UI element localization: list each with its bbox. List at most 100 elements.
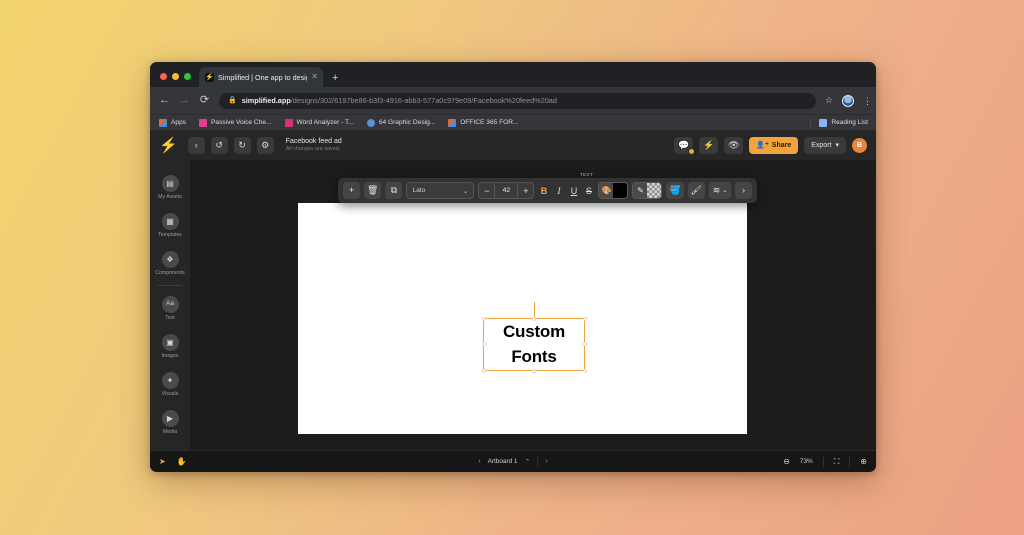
brush-icon[interactable]: 🖌: [687, 182, 706, 199]
sidebar-item-label: Images: [161, 353, 179, 359]
undo-icon[interactable]: ↺: [210, 136, 228, 154]
share-button-label: Share: [771, 141, 792, 149]
bookmark-label: OFFICE 365 FOR...: [460, 119, 519, 126]
forward-arrow-icon[interactable]: →: [179, 95, 190, 106]
divider: [849, 456, 851, 467]
bookmark-item[interactable]: Apps: [159, 118, 187, 127]
layers-button[interactable]: ≋ ⌄: [709, 182, 732, 199]
kebab-menu-icon[interactable]: ⋮: [863, 96, 872, 105]
copy-icon[interactable]: ⧉: [385, 182, 403, 199]
sidebar-item-components[interactable]: ❖ Components: [150, 244, 190, 282]
maximize-window-button[interactable]: [184, 73, 191, 80]
chevron-right-icon[interactable]: ›: [735, 182, 753, 199]
gear-icon[interactable]: ⚙: [256, 136, 274, 154]
stroke-color-picker[interactable]: ✎: [632, 182, 663, 199]
resize-handle-w[interactable]: [481, 342, 486, 346]
bookmark-item[interactable]: Word Analyzer - T...: [284, 118, 354, 127]
browser-profile-avatar[interactable]: [842, 94, 854, 107]
export-button[interactable]: Export ▾: [804, 136, 846, 154]
redo-icon[interactable]: ↻: [233, 136, 251, 154]
resize-handle-nw[interactable]: [481, 316, 486, 321]
sidebar-item-my-assets[interactable]: ▤ My Assets: [150, 168, 190, 206]
simplified-bolt-logo-icon[interactable]: ⚡: [159, 138, 178, 153]
close-window-button[interactable]: [160, 73, 167, 80]
address-bar[interactable]: 🔒 simplified.app/designs/302/6197be86-b3…: [219, 92, 816, 109]
resize-handle-e[interactable]: [582, 342, 587, 346]
minimize-window-button[interactable]: [172, 73, 179, 80]
font-size-increase-button[interactable]: +: [518, 186, 533, 196]
reading-list-icon: [819, 118, 828, 127]
reload-icon[interactable]: ⟳: [199, 95, 210, 106]
bookmark-label: Passive Voice Che...: [211, 119, 272, 126]
transparent-checker-icon[interactable]: [647, 183, 662, 198]
comment-icon[interactable]: 💬: [674, 136, 696, 155]
close-icon[interactable]: ✕: [311, 73, 318, 81]
resize-handle-sw[interactable]: [481, 368, 486, 373]
font-family-select[interactable]: Lato ⌄: [406, 182, 475, 199]
resize-handle-s[interactable]: [531, 368, 536, 373]
bookmark-item[interactable]: 64 Graphic Desig...: [366, 118, 435, 127]
sidebar-item-label: Components: [155, 270, 185, 276]
apps-grid-icon: [159, 118, 167, 127]
back-button[interactable]: ‹: [187, 136, 205, 154]
resize-handle-se[interactable]: [582, 368, 587, 373]
sidebar-item-visuals[interactable]: ✦ Visuals: [150, 365, 190, 403]
app-body: ▤ My Assets ▦ Templates ❖ Components Aa …: [150, 160, 876, 450]
chevron-left-icon[interactable]: ‹: [478, 458, 480, 465]
bookmark-item[interactable]: Passive Voice Che...: [199, 118, 272, 127]
current-fill-swatch[interactable]: [613, 183, 628, 198]
chevron-up-icon[interactable]: ⌃: [524, 458, 530, 466]
canvas-area[interactable]: Custom Fonts TEXT + 🗑 ⧉ Lato ⌄ − 42 + B …: [190, 160, 876, 450]
artboard-label[interactable]: Artboard 1: [488, 458, 518, 465]
text-element[interactable]: Custom Fonts: [481, 302, 587, 373]
sidebar-item-text[interactable]: Aa Text: [150, 289, 190, 327]
lightning-bolt-icon[interactable]: ⚡: [699, 136, 719, 154]
avatar[interactable]: B: [852, 137, 867, 153]
text-color-picker[interactable]: 🎨: [598, 182, 629, 199]
strikethrough-button[interactable]: S: [583, 186, 594, 196]
zoom-level[interactable]: 73%: [800, 458, 813, 465]
reading-list-button[interactable]: Reading List: [810, 118, 868, 127]
simplified-app: ⚡ ‹ ↺ ↻ ⚙ Facebook feed ad All changes a…: [150, 130, 876, 472]
zoom-out-icon[interactable]: ⊖: [783, 457, 790, 466]
italic-button[interactable]: I: [553, 186, 564, 196]
folder-icon: ▤: [161, 175, 179, 192]
plus-icon[interactable]: +: [343, 182, 360, 199]
zoom-in-icon[interactable]: ⊕: [860, 457, 867, 466]
text-line: Custom: [502, 322, 566, 342]
bookmark-label: Word Analyzer - T...: [296, 119, 354, 126]
sidebar-item-images[interactable]: ▣ Images: [150, 327, 190, 365]
sidebar-item-media[interactable]: ▶ Media: [150, 403, 190, 441]
bookmark-star-icon[interactable]: ☆: [825, 95, 833, 106]
hand-icon[interactable]: ✋: [177, 457, 187, 466]
play-media-icon: ▶: [161, 410, 179, 427]
artboard[interactable]: Custom Fonts: [298, 203, 747, 434]
resize-handle-n[interactable]: [531, 316, 536, 321]
bookmark-favicon-icon: [199, 118, 208, 127]
bookmarks-bar: Apps Passive Voice Che... Word Analyzer …: [150, 114, 876, 130]
font-size-stepper[interactable]: − 42 +: [478, 182, 535, 199]
font-size-decrease-button[interactable]: −: [479, 186, 494, 196]
comment-badge: [688, 147, 696, 155]
document-meta: Facebook feed ad All changes are saved.: [286, 137, 342, 154]
bold-button[interactable]: B: [538, 186, 549, 196]
cursor-arrow-icon[interactable]: ➤: [159, 457, 166, 466]
fit-to-screen-icon[interactable]: ⛶: [834, 457, 840, 466]
sidebar-item-templates[interactable]: ▦ Templates: [150, 206, 190, 244]
paint-bucket-icon[interactable]: 🪣: [666, 182, 684, 199]
resize-handle-ne[interactable]: [582, 316, 587, 321]
browser-tab[interactable]: ⚡ Simplified | One app to design, ✕: [199, 67, 323, 87]
new-tab-button[interactable]: +: [323, 73, 345, 87]
underline-button[interactable]: U: [568, 186, 579, 196]
chevron-right-icon[interactable]: ›: [545, 458, 547, 465]
font-size-value[interactable]: 42: [494, 183, 519, 198]
eye-icon[interactable]: 👁: [724, 136, 744, 154]
bookmark-label: Apps: [171, 119, 187, 126]
bookmark-item[interactable]: OFFICE 365 FOR...: [448, 118, 519, 127]
back-arrow-icon[interactable]: ←: [159, 95, 170, 106]
sidebar-divider: [158, 285, 182, 286]
share-button[interactable]: 👤⁺ Share: [749, 136, 799, 154]
trash-icon[interactable]: 🗑: [364, 182, 382, 199]
chevron-down-icon: ▾: [835, 142, 839, 149]
text-line: Fonts: [511, 346, 557, 366]
